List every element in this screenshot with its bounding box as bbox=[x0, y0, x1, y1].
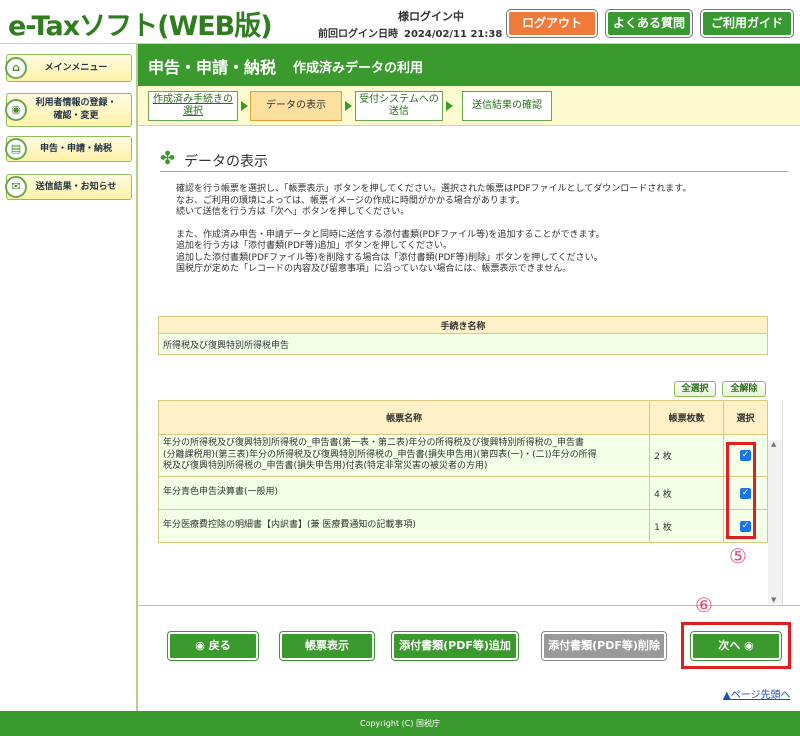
procedure-table: 手続き名称 所得税及び復興特別所得税申告 bbox=[158, 316, 768, 355]
deselect-all-button[interactable]: 全解除 bbox=[722, 381, 766, 397]
step-arrow-icon bbox=[241, 101, 248, 111]
guide-button[interactable]: ご利用ガイド bbox=[701, 10, 793, 37]
header: e-Taxソフト(WEB版) 様ログイン中 前回ログイン日時 2024/02/11… bbox=[0, 0, 800, 44]
step-label: データの表示 bbox=[266, 100, 326, 111]
main-content: ✤ データの表示 確認を行う帳票を選択し、「帳票表示」ボタンを押してください。選… bbox=[138, 126, 800, 711]
login-status: 様ログイン中 bbox=[398, 10, 464, 23]
form-count: 1 枚 bbox=[649, 509, 725, 543]
title-bar: 申告・申請・納税 作成済みデータの利用 bbox=[138, 44, 800, 86]
step-label: 送信 bbox=[388, 106, 409, 117]
step-label: 受付システムへの bbox=[359, 94, 439, 105]
form-name: 年分医療費控除の明細書【内訳書】(兼 医療費通知の記載事項) bbox=[157, 509, 651, 543]
last-login-value: 2024/02/11 21:38 bbox=[404, 29, 503, 40]
form-count: 4 枚 bbox=[649, 476, 725, 510]
select-all-button[interactable]: 全選択 bbox=[674, 381, 716, 397]
back-button[interactable]: ◉ 戻る bbox=[168, 632, 258, 660]
col-header-count: 帳票枚数 bbox=[649, 400, 725, 435]
form-table: 帳票名称 帳票枚数 選択 年分の所得税及び復興特別所得税の_申告書(第一表・第二… bbox=[157, 400, 768, 543]
sidebar-item-results[interactable]: ✉ 送信結果・お知らせ bbox=[5, 174, 132, 200]
step-select-procedure[interactable]: 作成済み手続きの 選択 bbox=[148, 91, 238, 121]
col-header-name: 帳票名称 bbox=[157, 400, 651, 435]
scroll-down-icon[interactable]: ▼ bbox=[771, 596, 776, 604]
user-icon: ◉ bbox=[5, 99, 27, 121]
instruction-line: 追加を行う方は「添付書類(PDF等)追加」ボタンを押してください。 bbox=[176, 241, 453, 251]
step-label: 作成済み手続きの bbox=[153, 94, 233, 105]
notice-icon: ✉ bbox=[5, 176, 27, 198]
form-name-line: 税及び復興特別所得税の_申告書(損失申告用)付表(特定非常災害の被災者の方用) bbox=[163, 461, 488, 472]
annotation-marker-5: ⑤ bbox=[729, 544, 747, 568]
page-top-link[interactable]: ▲ページ先頭へ bbox=[723, 686, 791, 701]
footer: Copyright (C) 国税庁 bbox=[0, 711, 800, 736]
view-form-button[interactable]: 帳票表示 bbox=[280, 632, 374, 660]
section-title: ✤ データの表示 bbox=[160, 150, 788, 172]
step-confirm-result: 送信結果の確認 bbox=[462, 91, 552, 121]
document-icon: ▤ bbox=[5, 138, 27, 160]
form-name-line: 年分の所得税及び復興特別所得税の_申告書(第一表・第二表)年分の所得税及び復興特… bbox=[163, 438, 585, 449]
faq-button[interactable]: よくある質問 bbox=[606, 10, 692, 37]
page-title: 申告・申請・納税 bbox=[148, 58, 277, 77]
instruction-line: 確認を行う帳票を選択し、「帳票表示」ボタンを押してください。選択された帳票はPD… bbox=[176, 184, 692, 194]
page-subtitle: 作成済みデータの利用 bbox=[293, 61, 424, 76]
col-header-select: 選択 bbox=[723, 400, 768, 435]
sidebar-item-user-info[interactable]: ◉ 利用者情報の登録・ 確認・変更 bbox=[5, 93, 132, 127]
logout-button[interactable]: ログアウト bbox=[507, 10, 597, 37]
last-login-info: 前回ログイン日時 2024/02/11 21:38 bbox=[318, 25, 502, 40]
table-row: 年分医療費控除の明細書【内訳書】(兼 医療費通知の記載事項) 1 枚 ✓ bbox=[157, 509, 768, 543]
step-arrow-icon bbox=[446, 101, 453, 111]
form-name: 年分の所得税及び復興特別所得税の_申告書(第一表・第二表)年分の所得税及び復興特… bbox=[157, 434, 651, 477]
delete-attachment-button[interactable]: 添付書類(PDF等)削除 bbox=[542, 632, 666, 660]
scroll-up-icon[interactable]: ▲ bbox=[771, 440, 776, 448]
annotation-highlight-checkboxes bbox=[726, 442, 756, 539]
instructions: 確認を行う帳票を選択し、「帳票表示」ボタンを押してください。選択された帳票はPD… bbox=[176, 184, 776, 276]
add-attachment-button[interactable]: 添付書類(PDF等)追加 bbox=[392, 632, 518, 660]
step-label: 選択 bbox=[183, 106, 203, 117]
step-display-data: データの表示 bbox=[250, 91, 342, 121]
clover-icon: ✤ bbox=[160, 148, 176, 169]
instruction-line: 追加した添付書類(PDFファイル等)を削除する場合は「添付書類(PDF等)削除」… bbox=[176, 252, 603, 263]
step-send: 受付システムへの 送信 bbox=[355, 91, 443, 121]
procedure-name: 所得税及び復興特別所得税申告 bbox=[158, 333, 768, 355]
instruction-line: 国税庁が定めた「レコードの内容及び留意事項」に沿っていない場合には、帳票表示でき… bbox=[176, 264, 572, 274]
step-indicator: 作成済み手続きの 選択 データの表示 受付システムへの 送信 送信結果の確認 bbox=[138, 86, 800, 126]
sidebar: ⌂ メインメニュー ◉ 利用者情報の登録・ 確認・変更 ▤ 申告・申請・納税 ✉… bbox=[0, 44, 138, 711]
last-login-label: 前回ログイン日時 bbox=[318, 29, 398, 40]
annotation-marker-6: ⑥ bbox=[695, 593, 713, 617]
step-arrow-icon bbox=[345, 101, 352, 111]
sidebar-item-filing[interactable]: ▤ 申告・申請・納税 bbox=[5, 136, 132, 162]
step-label: 送信結果の確認 bbox=[472, 100, 542, 111]
form-list-container: 帳票名称 帳票枚数 選択 年分の所得税及び復興特別所得税の_申告書(第一表・第二… bbox=[157, 400, 783, 606]
home-icon: ⌂ bbox=[5, 57, 27, 79]
table-row: 年分青色申告決算書(一般用) 4 枚 ✓ bbox=[157, 476, 768, 510]
procedure-header: 手続き名称 bbox=[158, 316, 768, 334]
instruction-line: 続いて送信を行う方は「次へ」ボタンを押してください。 bbox=[176, 207, 410, 217]
form-count: 2 枚 bbox=[649, 434, 725, 477]
sidebar-item-main-menu[interactable]: ⌂ メインメニュー bbox=[5, 54, 132, 82]
instruction-line: また、作成済み申告・申請データと同時に送信する添付書類(PDFファイル等)を追加… bbox=[176, 229, 605, 240]
scrollbar[interactable]: ▲ ▼ bbox=[768, 440, 782, 604]
app-logo: e-Taxソフト(WEB版) bbox=[8, 11, 273, 42]
form-name: 年分青色申告決算書(一般用) bbox=[157, 476, 651, 510]
table-row: 年分の所得税及び復興特別所得税の_申告書(第一表・第二表)年分の所得税及び復興特… bbox=[157, 434, 768, 477]
section-title-text: データの表示 bbox=[184, 154, 268, 170]
annotation-highlight-next bbox=[681, 622, 791, 669]
instruction-line: なお、ご利用の環境によっては、帳票イメージの作成に時間がかかる場合があります。 bbox=[176, 195, 526, 206]
form-name-line: (分離課税用)(第三表)年分の所得税及び復興特別所得税の_申告書(損失申告用)(… bbox=[163, 449, 597, 460]
